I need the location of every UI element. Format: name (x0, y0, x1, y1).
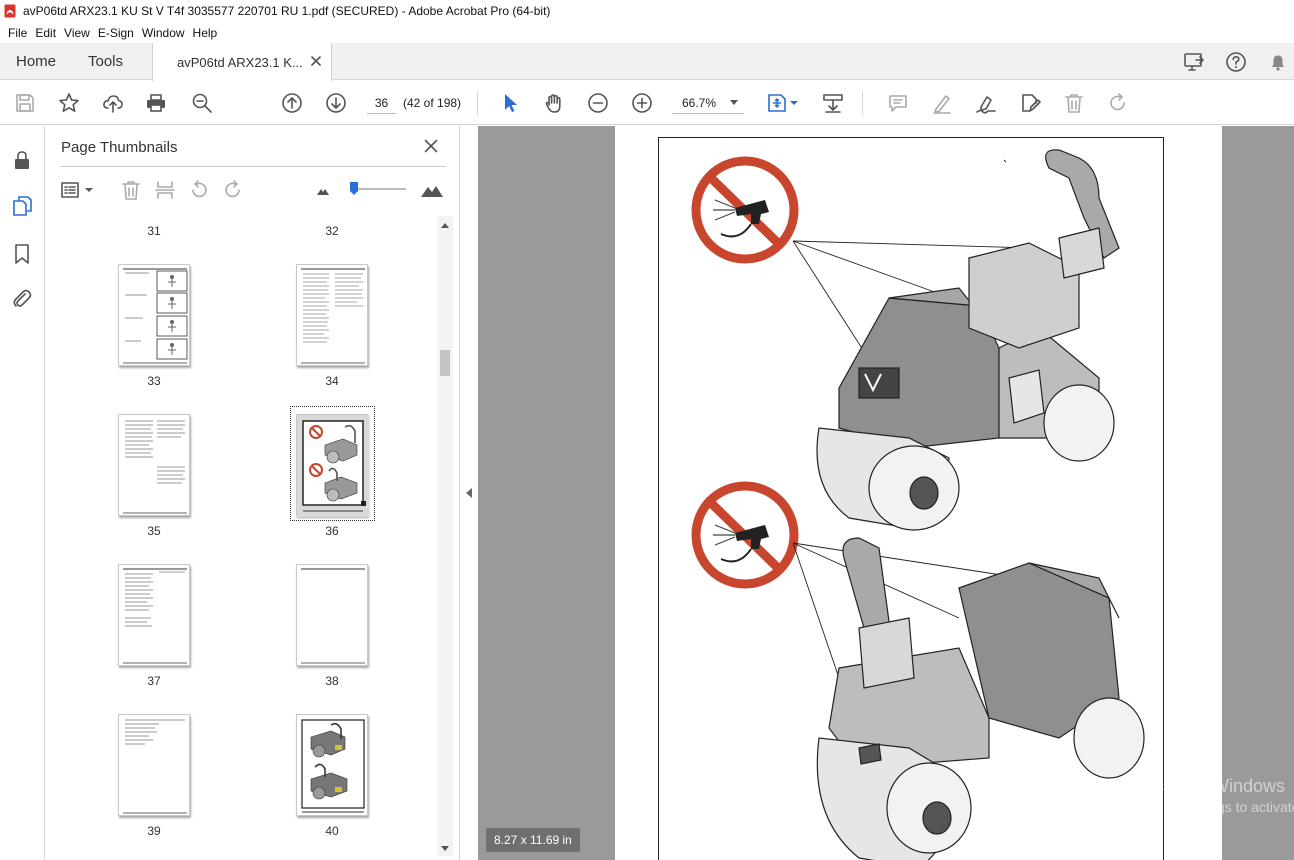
tab-tools[interactable]: Tools (88, 43, 123, 80)
panel-divider (60, 166, 446, 167)
thumbnail-page-label: 33 (147, 374, 161, 388)
tab-document-label: avP06td ARX23.1 K... (177, 54, 303, 70)
redo-icon[interactable] (1106, 91, 1130, 115)
extract-pages-icon[interactable] (153, 178, 177, 202)
delete-pages-icon[interactable] (119, 178, 143, 202)
scroll-up-arrow-icon[interactable] (441, 223, 449, 228)
zoom-out-icon[interactable] (586, 91, 610, 115)
thumbnail-options-icon[interactable] (59, 178, 99, 202)
menu-help[interactable]: Help (189, 26, 222, 40)
thumbnail-page-label: 37 (147, 674, 161, 688)
page-thumbnails-panel: Page Thumbnails 31 32 33 34 35 36 37 38 … (45, 126, 460, 860)
lock-icon[interactable] (10, 148, 34, 172)
panel-title: Page Thumbnails (61, 139, 178, 156)
large-thumbnails-icon[interactable] (419, 178, 445, 202)
navigation-rail (0, 126, 45, 860)
save-icon[interactable] (13, 91, 37, 115)
upload-icon[interactable] (101, 91, 125, 115)
page-count-label: (42 of 198) (403, 96, 462, 110)
document-viewport[interactable]: 8.27 x 11.69 in Activate Windows Go to S… (478, 126, 1294, 860)
help-icon[interactable] (1225, 51, 1247, 73)
page-illustration-frame (658, 137, 1164, 860)
scrollbar-thumb[interactable] (440, 350, 450, 376)
print-icon[interactable] (144, 91, 168, 115)
toolbar-divider (477, 91, 478, 115)
thumbnail-scrollbar[interactable] (437, 216, 453, 856)
tab-document[interactable]: avP06td ARX23.1 K... (152, 43, 332, 81)
activation-subtitle: Go to Settings to activate Windows. (1143, 799, 1294, 815)
thumbnail-page-label: 35 (147, 524, 161, 538)
menu-view[interactable]: View (60, 26, 94, 40)
scroll-mode-icon[interactable] (821, 91, 845, 115)
attachment-icon[interactable] (10, 287, 34, 311)
close-tab-icon[interactable] (309, 54, 323, 68)
tab-bar: Home Tools avP06td ARX23.1 K... (0, 43, 1294, 81)
next-page-icon[interactable] (324, 91, 348, 115)
collapse-panel-arrow-icon[interactable] (466, 488, 472, 498)
thumbnail-page-label: 40 (325, 824, 339, 838)
sign-icon[interactable] (974, 91, 998, 115)
thumbnail-page-label: 31 (147, 224, 161, 238)
thumbnail-page-34[interactable] (296, 264, 368, 366)
thumbnail-page-37[interactable] (118, 564, 190, 666)
menu-file[interactable]: File (4, 26, 31, 40)
thumbnail-page-33[interactable] (118, 264, 190, 366)
panel-splitter[interactable] (461, 126, 478, 860)
toolbar-divider (862, 91, 863, 115)
thumbnail-page-40[interactable] (296, 714, 368, 816)
acrobat-logo-icon (4, 4, 16, 18)
small-thumbnails-icon[interactable] (311, 178, 335, 202)
thumbnail-page-label: 34 (325, 374, 339, 388)
thumbnail-size-slider[interactable] (352, 188, 406, 190)
menu-esign[interactable]: E-Sign (94, 26, 138, 40)
window-title: avP06td ARX23.1 KU St V T4f 3035577 2207… (23, 4, 551, 18)
thumbnail-page-label: 36 (325, 524, 339, 538)
star-icon[interactable] (57, 91, 81, 115)
activation-watermark: Activate Windows Go to Settings to activ… (1143, 776, 1294, 815)
rotate-right-icon[interactable] (221, 178, 245, 202)
menu-bar: File Edit View E-Sign Window Help (0, 22, 1294, 43)
no-pressure-washer-icon (691, 156, 799, 264)
delete-icon[interactable] (1062, 91, 1086, 115)
thumbnail-page-label: 38 (325, 674, 339, 688)
select-cursor-icon[interactable] (498, 91, 522, 115)
share-screen-icon[interactable] (1183, 51, 1205, 73)
page-thumbnails-icon[interactable] (10, 194, 34, 218)
title-bar: avP06td ARX23.1 KU St V T4f 3035577 2207… (0, 0, 1294, 22)
page-number-input[interactable] (367, 92, 396, 114)
hand-tool-icon[interactable] (542, 91, 566, 115)
zoom-level-value: 66.7% (682, 95, 717, 110)
roller-illustration (691, 149, 1145, 860)
thumbnail-page-39[interactable] (118, 714, 190, 816)
thumbnail-page-label: 39 (147, 824, 161, 838)
thumbnail-page-38[interactable] (296, 564, 368, 666)
no-pressure-washer-icon (691, 481, 799, 589)
menu-edit[interactable]: Edit (31, 26, 60, 40)
activation-title: Activate Windows (1143, 776, 1286, 796)
thumbnail-page-label: 32 (325, 224, 339, 238)
thumbnail-page-36-selected[interactable] (296, 414, 369, 517)
highlight-icon[interactable] (930, 91, 954, 115)
chevron-down-icon (730, 100, 738, 105)
slider-handle[interactable] (349, 181, 359, 196)
rotate-left-icon[interactable] (187, 178, 211, 202)
main-toolbar: (42 of 198) 66.7% (0, 81, 1294, 125)
scroll-down-arrow-icon[interactable] (441, 846, 449, 851)
prev-page-icon[interactable] (280, 91, 304, 115)
notifications-bell-icon[interactable] (1267, 51, 1289, 73)
edit-pdf-icon[interactable] (1018, 91, 1042, 115)
menu-window[interactable]: Window (138, 26, 189, 40)
find-zoom-icon[interactable] (190, 91, 214, 115)
zoom-level-dropdown[interactable]: 66.7% (672, 92, 744, 114)
page-size-indicator: 8.27 x 11.69 in (486, 828, 580, 852)
close-panel-icon[interactable] (423, 138, 439, 154)
pdf-page (615, 126, 1222, 860)
fit-page-icon[interactable] (766, 91, 800, 115)
zoom-in-icon[interactable] (630, 91, 654, 115)
comment-icon[interactable] (886, 91, 910, 115)
thumbnail-page-35[interactable] (118, 414, 190, 516)
thumbnail-list[interactable]: 31 32 33 34 35 36 37 38 39 40 (45, 216, 437, 860)
bookmark-icon[interactable] (10, 242, 34, 266)
tab-home[interactable]: Home (16, 43, 56, 80)
